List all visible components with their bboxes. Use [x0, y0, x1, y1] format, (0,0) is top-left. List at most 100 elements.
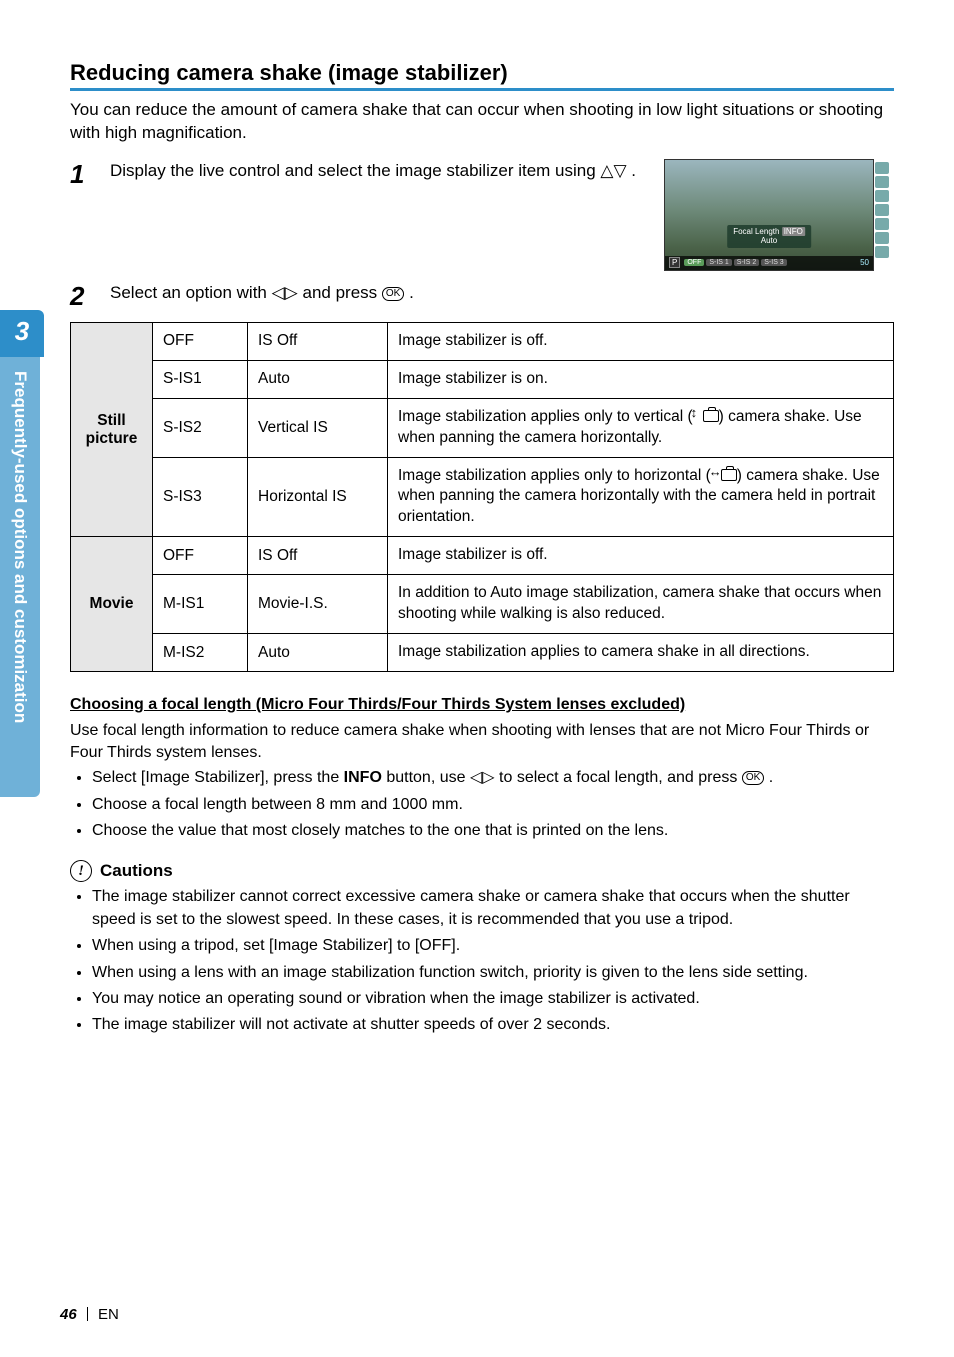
- thumbnail-bottom-bar: P OFF S-IS 1 S-IS 2 S-IS 3 50: [665, 256, 873, 270]
- chapter-label: Frequently-used options and customizatio…: [0, 357, 40, 797]
- cell-desc: Image stabilization applies to camera sh…: [388, 634, 894, 672]
- focal-length-intro: Use focal length information to reduce c…: [70, 720, 894, 763]
- cell-desc: Image stabilization applies only to hori…: [388, 457, 894, 537]
- dpad-up-down-icon: △▽: [600, 161, 626, 180]
- table-row: S-IS3 Horizontal IS Image stabilization …: [71, 457, 894, 537]
- cell-label: IS Off: [248, 322, 388, 360]
- horizontal-camera-icon: [721, 466, 737, 487]
- strip-icon: [875, 162, 889, 174]
- focal-length-subtitle: Choosing a focal length (Micro Four Thir…: [70, 696, 894, 714]
- bullet-text: Select [Image Stabilizer], press the: [92, 769, 344, 786]
- cautions-heading: ! Cautions: [70, 860, 894, 882]
- table-row: Movie OFF IS Off Image stabilizer is off…: [71, 537, 894, 575]
- focal-length-bullets: Select [Image Stabilizer], press the INF…: [70, 767, 894, 842]
- dpad-left-right-icon: ◁▷: [272, 283, 298, 302]
- section-title: Reducing camera shake (image stabilizer): [70, 60, 894, 91]
- cell-label: Vertical IS: [248, 398, 388, 457]
- step-2-text-before: Select an option with: [110, 283, 272, 302]
- cell-code: OFF: [153, 537, 248, 575]
- step-2-text-mid: and press: [303, 283, 382, 302]
- list-item: When using a tripod, set [Image Stabiliz…: [92, 935, 894, 957]
- bullet-text: button, use: [386, 769, 470, 786]
- step-1-text-before: Display the live control and select the …: [110, 161, 600, 180]
- table-row: S-IS1 Auto Image stabilizer is on.: [71, 360, 894, 398]
- cell-code: S-IS3: [153, 457, 248, 537]
- cautions-label: Cautions: [100, 861, 173, 881]
- thumbnail-right-strip: [875, 160, 891, 270]
- cell-code: S-IS2: [153, 398, 248, 457]
- table-row: M-IS1 Movie-I.S. In addition to Auto ima…: [71, 575, 894, 634]
- step-2-number: 2: [70, 281, 94, 312]
- thumbnail-focal-text: Focal Length: [733, 227, 779, 236]
- movie-header: Movie: [71, 537, 153, 672]
- list-item: The image stabilizer will not activate a…: [92, 1014, 894, 1036]
- ok-button-icon: OK: [382, 287, 404, 301]
- step-2-text: Select an option with ◁▷ and press OK .: [110, 281, 894, 305]
- cell-code: OFF: [153, 322, 248, 360]
- thumbnail-auto-text: Auto: [761, 236, 777, 245]
- section-intro: You can reduce the amount of camera shak…: [70, 99, 894, 145]
- strip-icon: [875, 176, 889, 188]
- cell-desc: Image stabilizer is off.: [388, 322, 894, 360]
- strip-icon: [875, 232, 889, 244]
- thumbnail-focal-label: Focal Length INFO Auto: [727, 225, 811, 248]
- cell-desc: Image stabilization applies only to vert…: [388, 398, 894, 457]
- step-2-row: 2 Select an option with ◁▷ and press OK …: [70, 281, 894, 312]
- step-1-text: Display the live control and select the …: [110, 159, 648, 183]
- cell-desc: Image stabilizer is off.: [388, 537, 894, 575]
- thumbnail-opt-off: OFF: [684, 259, 704, 266]
- footer-divider: [87, 1307, 88, 1321]
- info-button-label: INFO: [344, 769, 382, 786]
- stabilizer-options-table: Still picture OFF IS Off Image stabilize…: [70, 322, 894, 672]
- page-lang: EN: [98, 1306, 119, 1323]
- cell-desc: Image stabilizer is on.: [388, 360, 894, 398]
- ok-button-icon: OK: [742, 771, 764, 785]
- page-footer: 46 EN: [60, 1306, 119, 1323]
- list-item: Choose the value that most closely match…: [92, 820, 894, 842]
- cell-code: M-IS2: [153, 634, 248, 672]
- dpad-left-right-icon: ◁▷: [470, 769, 495, 786]
- thumbnail-mode-icon: P: [669, 257, 680, 268]
- step-1-number: 1: [70, 159, 94, 190]
- strip-icon: [875, 204, 889, 216]
- thumbnail-opt-sis1: S-IS 1: [706, 259, 731, 266]
- cell-desc-before: Image stabilization applies only to hori…: [398, 467, 711, 484]
- cell-label: Horizontal IS: [248, 457, 388, 537]
- thumbnail-info-badge: INFO: [782, 227, 805, 236]
- thumbnail-options: OFF S-IS 1 S-IS 2 S-IS 3: [684, 259, 786, 266]
- live-view-thumbnail: Focal Length INFO Auto P OFF S-IS 1 S-IS…: [664, 159, 894, 271]
- step-2-text-after: .: [409, 283, 414, 302]
- bullet-text: to select a focal length, and press: [499, 769, 742, 786]
- cell-label: Auto: [248, 634, 388, 672]
- step-1-row: 1 Display the live control and select th…: [70, 159, 894, 271]
- list-item: You may notice an operating sound or vib…: [92, 988, 894, 1010]
- list-item: When using a lens with an image stabiliz…: [92, 962, 894, 984]
- table-row: Still picture OFF IS Off Image stabilize…: [71, 322, 894, 360]
- chapter-side-tab: 3 Frequently-used options and customizat…: [0, 310, 44, 810]
- chapter-number: 3: [0, 310, 44, 357]
- strip-icon: [875, 246, 889, 258]
- page-number: 46: [60, 1306, 77, 1323]
- cell-desc-before: Image stabilization applies only to vert…: [398, 408, 693, 425]
- strip-icon: [875, 190, 889, 202]
- step-1-text-after: .: [631, 161, 636, 180]
- list-item: The image stabilizer cannot correct exce…: [92, 886, 894, 931]
- list-item: Choose a focal length between 8 mm and 1…: [92, 794, 894, 816]
- cautions-list: The image stabilizer cannot correct exce…: [70, 886, 894, 1036]
- cell-desc: In addition to Auto image stabilization,…: [388, 575, 894, 634]
- cell-code: M-IS1: [153, 575, 248, 634]
- still-picture-header: Still picture: [71, 322, 153, 536]
- thumbnail-opt-sis2: S-IS 2: [734, 259, 759, 266]
- cell-label: Auto: [248, 360, 388, 398]
- cell-label: IS Off: [248, 537, 388, 575]
- thumbnail-opt-sis3: S-IS 3: [761, 259, 786, 266]
- list-item: Select [Image Stabilizer], press the INF…: [92, 767, 894, 789]
- cell-label: Movie-I.S.: [248, 575, 388, 634]
- table-row: M-IS2 Auto Image stabilization applies t…: [71, 634, 894, 672]
- vertical-camera-icon: [703, 407, 719, 428]
- cell-code: S-IS1: [153, 360, 248, 398]
- caution-icon: !: [70, 860, 92, 882]
- strip-icon: [875, 218, 889, 230]
- table-row: S-IS2 Vertical IS Image stabilization ap…: [71, 398, 894, 457]
- thumbnail-iso: 50: [860, 258, 869, 267]
